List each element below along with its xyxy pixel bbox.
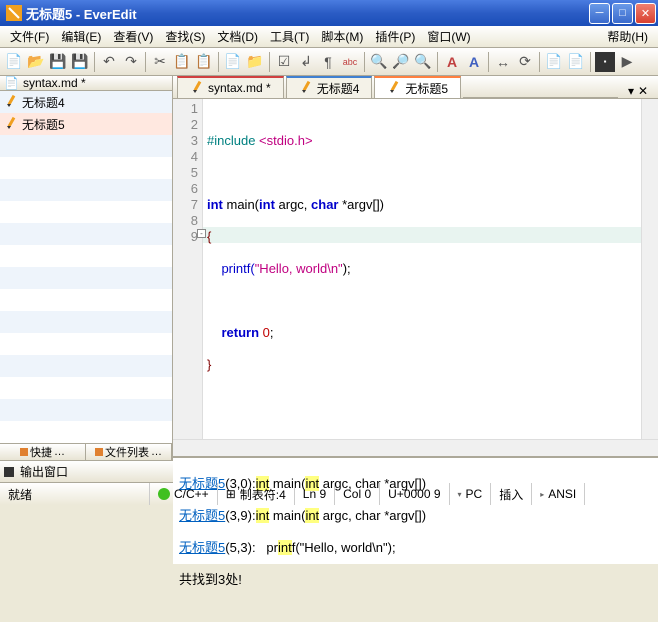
list-item [0, 289, 172, 311]
list-item [0, 157, 172, 179]
list-item [0, 399, 172, 421]
tab-untitled5[interactable]: 无标题5 [374, 76, 461, 98]
output-panel: 无标题5(3,0):int main(int argc, char *argv[… [173, 456, 658, 564]
paste-icon[interactable]: 📋 [194, 52, 214, 72]
list-item [0, 267, 172, 289]
menu-script[interactable]: 脚本(M) [315, 26, 369, 47]
pencil-icon [387, 81, 401, 95]
document-icon: 📄 [4, 76, 19, 90]
statusbar: 就绪 C/C++ ⊞制表符:4 Ln 9 Col 0 U+0000 9 ▾PC … [0, 482, 658, 505]
tab-syntax[interactable]: syntax.md * [177, 76, 284, 98]
horizontal-scrollbar[interactable] [173, 439, 658, 456]
sidebar-item-untitled4[interactable]: 无标题4 [0, 91, 172, 113]
menu-view[interactable]: 查看(V) [107, 26, 159, 47]
titlebar: 无标题5 - EverEdit ─ □ ✕ [0, 0, 658, 26]
list-item [0, 377, 172, 399]
toolbar: 📄 📂 💾 💾 ↶ ↷ ✂ 📋 📋 📄 📁 ☑ ↲ ¶ abc 🔍 🔎 🔍 A … [0, 48, 658, 76]
arrow-icon[interactable]: ↔ [493, 52, 513, 72]
list-item [0, 355, 172, 377]
maximize-button[interactable]: □ [612, 3, 633, 24]
sidebar-item-untitled5[interactable]: 无标题5 [0, 113, 172, 135]
abc-icon[interactable]: abc [340, 52, 360, 72]
pencil-icon [190, 81, 204, 95]
vertical-scrollbar[interactable] [641, 99, 658, 439]
menu-plugin[interactable]: 插件(P) [369, 26, 421, 47]
output-tab[interactable]: 输出窗口 [20, 463, 68, 480]
code-editor[interactable]: 123 456 789 #include <stdio.h> int main(… [173, 99, 658, 439]
app-icon [6, 5, 22, 21]
file-icon[interactable]: 📄 [223, 52, 243, 72]
sidebar-header[interactable]: 📄 syntax.md * [0, 76, 172, 91]
menu-edit[interactable]: 编辑(E) [55, 26, 107, 47]
status-unicode: U+0000 9 [380, 483, 449, 505]
wrap-icon[interactable]: ↲ [296, 52, 316, 72]
copy-icon[interactable]: 📋 [172, 52, 192, 72]
list-item [0, 223, 172, 245]
minimize-button[interactable]: ─ [589, 3, 610, 24]
list-item [0, 421, 172, 443]
terminal-icon[interactable]: ▪ [595, 52, 615, 72]
status-line: Ln 9 [295, 483, 335, 505]
a2-icon[interactable]: A [464, 52, 484, 72]
undo-icon[interactable]: ↶ [99, 52, 119, 72]
status-col: Col 0 [335, 483, 380, 505]
open-icon[interactable]: 📂 [26, 52, 46, 72]
redo-icon[interactable]: ↷ [121, 52, 141, 72]
status-lang[interactable]: C/C++ [150, 483, 218, 505]
menu-document[interactable]: 文档(D) [211, 26, 264, 47]
menu-tools[interactable]: 工具(T) [264, 26, 315, 47]
refresh-icon[interactable]: ⟳ [515, 52, 535, 72]
status-encoding[interactable]: ▸ANSI [532, 483, 585, 505]
menu-help[interactable]: 帮助(H) [601, 26, 654, 47]
tab-untitled4[interactable]: 无标题4 [286, 76, 373, 98]
menu-file[interactable]: 文件(F) [4, 26, 55, 47]
lang-dot-icon [158, 488, 170, 500]
tab-close-icon[interactable]: ✕ [638, 84, 648, 98]
sidebar-tab-quick[interactable]: 快捷… [0, 444, 86, 460]
pencil-icon [4, 117, 18, 131]
sidebar-header-label: syntax.md * [23, 76, 86, 90]
tab-dropdown-icon[interactable]: ▾ [628, 84, 634, 98]
menu-window[interactable]: 窗口(W) [421, 26, 476, 47]
para-icon[interactable]: ¶ [318, 52, 338, 72]
pencil-icon [299, 81, 313, 95]
findfiles-icon[interactable]: 🔍 [413, 52, 433, 72]
a-icon[interactable]: A [442, 52, 462, 72]
list-item [0, 201, 172, 223]
replace-icon[interactable]: 🔎 [391, 52, 411, 72]
window-title: 无标题5 - EverEdit [26, 4, 589, 23]
line-gutter: 123 456 789 [173, 99, 203, 439]
run-icon[interactable]: ▶ [617, 52, 637, 72]
list-item [0, 179, 172, 201]
status-insert[interactable]: 插入 [491, 483, 532, 505]
close-button[interactable]: ✕ [635, 3, 656, 24]
doc-icon[interactable]: 📄 [544, 52, 564, 72]
sidebar-item-label: 无标题4 [22, 94, 65, 111]
editor-pane: syntax.md * 无标题4 无标题5 ▾ ✕ 123 456 789 #in… [173, 76, 658, 460]
list-item [0, 333, 172, 355]
status-tab[interactable]: ⊞制表符:4 [218, 483, 295, 505]
fold-icon[interactable]: - [197, 229, 206, 238]
folder-icon[interactable]: 📁 [245, 52, 265, 72]
page-icon[interactable]: 📄 [566, 52, 586, 72]
save-icon[interactable]: 💾 [48, 52, 68, 72]
status-ready: 就绪 [0, 483, 150, 505]
terminal-icon [4, 467, 14, 477]
sidebar-item-label: 无标题5 [22, 116, 65, 133]
list-item [0, 245, 172, 267]
find-icon[interactable]: 🔍 [369, 52, 389, 72]
cut-icon[interactable]: ✂ [150, 52, 170, 72]
saveall-icon[interactable]: 💾 [70, 52, 90, 72]
menubar: 文件(F) 编辑(E) 查看(V) 查找(S) 文档(D) 工具(T) 脚本(M… [0, 26, 658, 48]
sidebar-tab-filelist[interactable]: 文件列表… [86, 444, 172, 460]
new-icon[interactable]: 📄 [4, 52, 24, 72]
list-item [0, 311, 172, 333]
list-item [0, 135, 172, 157]
menu-search[interactable]: 查找(S) [159, 26, 211, 47]
tabbar: syntax.md * 无标题4 无标题5 ▾ ✕ [173, 76, 658, 99]
toggle-icon[interactable]: ☑ [274, 52, 294, 72]
sidebar: 📄 syntax.md * 无标题4 无标题5 [0, 76, 173, 460]
status-pc[interactable]: ▾PC [450, 483, 492, 505]
pencil-icon [4, 95, 18, 109]
